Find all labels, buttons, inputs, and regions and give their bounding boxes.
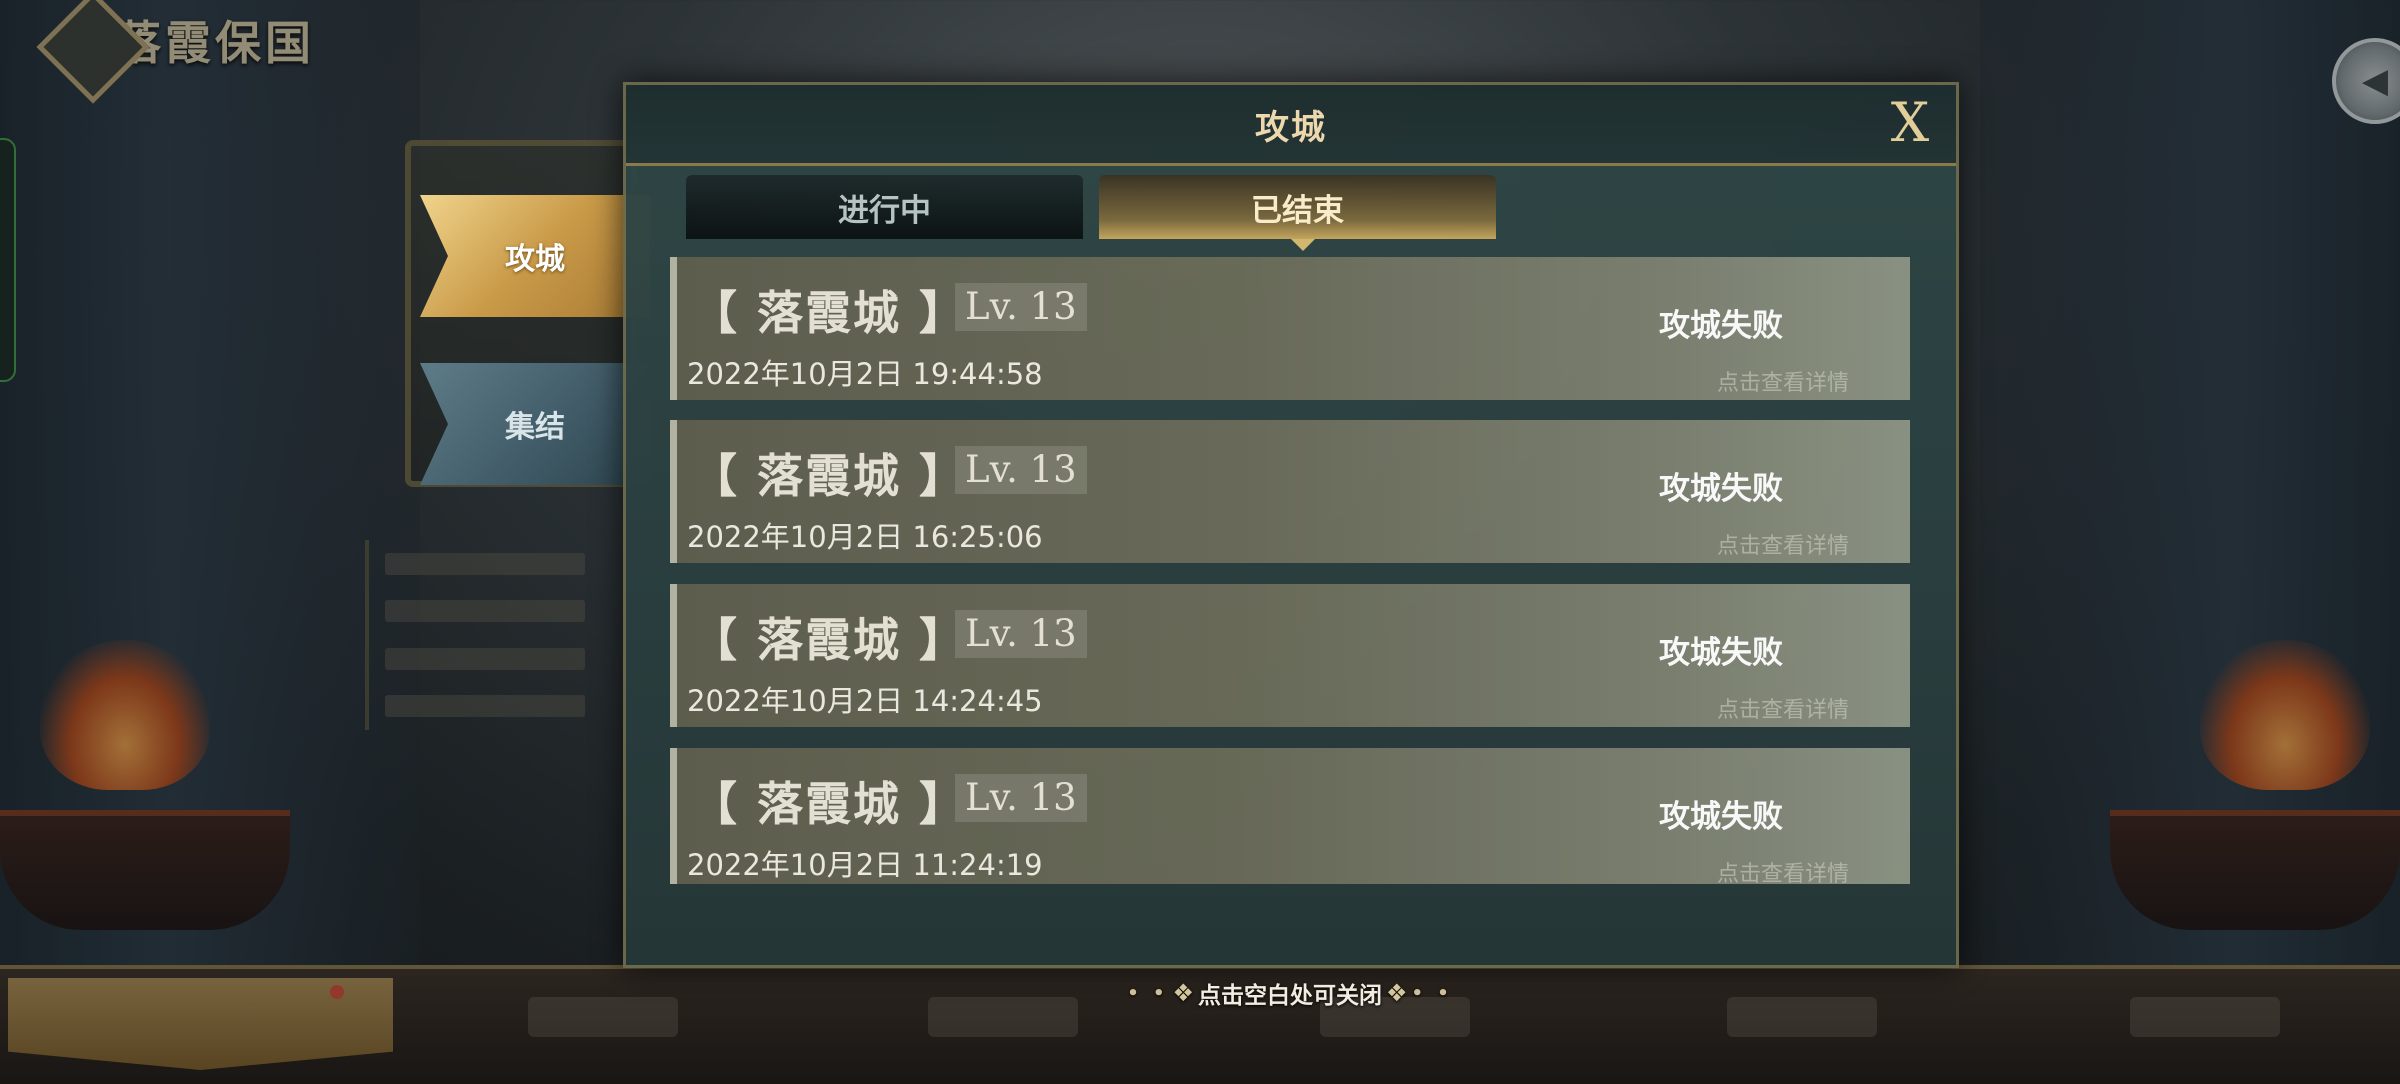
record-list[interactable]: 【 落霞城 】 Lv. 13 2022年10月2日 19:44:58 攻城失败 … xyxy=(670,257,1910,967)
record-time: 2022年10月2日 16:25:06 xyxy=(687,520,1043,554)
ornament-icon: ❖ xyxy=(1386,979,1408,1007)
side-tab-label: 攻城 xyxy=(505,242,565,277)
dots-ornament-icon: • • xyxy=(1411,982,1453,1004)
record-status: 攻城失败 xyxy=(1659,471,1783,507)
record-item[interactable]: 【 落霞城 】 Lv. 13 2022年10月2日 19:44:58 攻城失败 … xyxy=(670,257,1910,400)
dots-ornament-icon: • • xyxy=(1127,982,1169,1004)
tab-label: 已结束 xyxy=(1251,192,1344,229)
record-time: 2022年10月2日 19:44:58 xyxy=(687,357,1043,391)
record-time: 2022年10月2日 11:24:19 xyxy=(687,848,1043,882)
side-tab-label: 集结 xyxy=(505,410,565,445)
siege-dialog: 攻城 X 进行中 已结束 【 落霞城 】 Lv. 13 2022年10月2日 1… xyxy=(623,82,1959,968)
record-level: Lv. 13 xyxy=(955,446,1087,494)
record-item[interactable]: 【 落霞城 】 Lv. 13 2022年10月2日 14:24:45 攻城失败 … xyxy=(670,584,1910,727)
tab-ongoing[interactable]: 进行中 xyxy=(686,175,1083,239)
close-icon: X xyxy=(1890,91,1930,154)
record-detail-link[interactable]: 点击查看详情 xyxy=(1717,856,1849,888)
record-city-name: 【 落霞城 】 xyxy=(691,613,968,667)
close-hint: • • ❖ 点击空白处可关闭 ❖ • • xyxy=(1120,972,1460,1014)
dialog-tabs: 进行中 已结束 xyxy=(686,175,1506,251)
tab-label: 进行中 xyxy=(838,192,931,229)
tab-ended[interactable]: 已结束 xyxy=(1099,175,1496,239)
close-hint-text: 点击空白处可关闭 xyxy=(1198,983,1382,1009)
dialog-title: 攻城 xyxy=(1255,107,1327,148)
record-city-name: 【 落霞城 】 xyxy=(691,777,968,831)
record-detail-link[interactable]: 点击查看详情 xyxy=(1717,692,1849,724)
record-status: 攻城失败 xyxy=(1659,635,1783,671)
record-time: 2022年10月2日 14:24:45 xyxy=(687,684,1043,718)
record-level: Lv. 13 xyxy=(955,283,1087,331)
record-city-name: 【 落霞城 】 xyxy=(691,286,968,340)
close-button[interactable]: X xyxy=(1882,95,1938,151)
record-detail-link[interactable]: 点击查看详情 xyxy=(1717,365,1849,397)
dialog-header: 攻城 X xyxy=(626,85,1956,166)
record-status: 攻城失败 xyxy=(1659,799,1783,835)
active-tab-pointer-icon xyxy=(1291,239,1315,251)
record-detail-link[interactable]: 点击查看详情 xyxy=(1717,528,1849,560)
side-tab-rally[interactable]: 集结 xyxy=(420,363,650,485)
record-item[interactable]: 【 落霞城 】 Lv. 13 2022年10月2日 11:24:19 攻城失败 … xyxy=(670,748,1910,887)
record-level: Lv. 13 xyxy=(955,610,1087,658)
record-status: 攻城失败 xyxy=(1659,308,1783,344)
side-tab-siege[interactable]: 攻城 xyxy=(420,195,650,317)
record-level: Lv. 13 xyxy=(955,774,1087,822)
record-city-name: 【 落霞城 】 xyxy=(691,449,968,503)
record-item[interactable]: 【 落霞城 】 Lv. 13 2022年10月2日 16:25:06 攻城失败 … xyxy=(670,420,1910,563)
ornament-icon: ❖ xyxy=(1172,979,1194,1007)
